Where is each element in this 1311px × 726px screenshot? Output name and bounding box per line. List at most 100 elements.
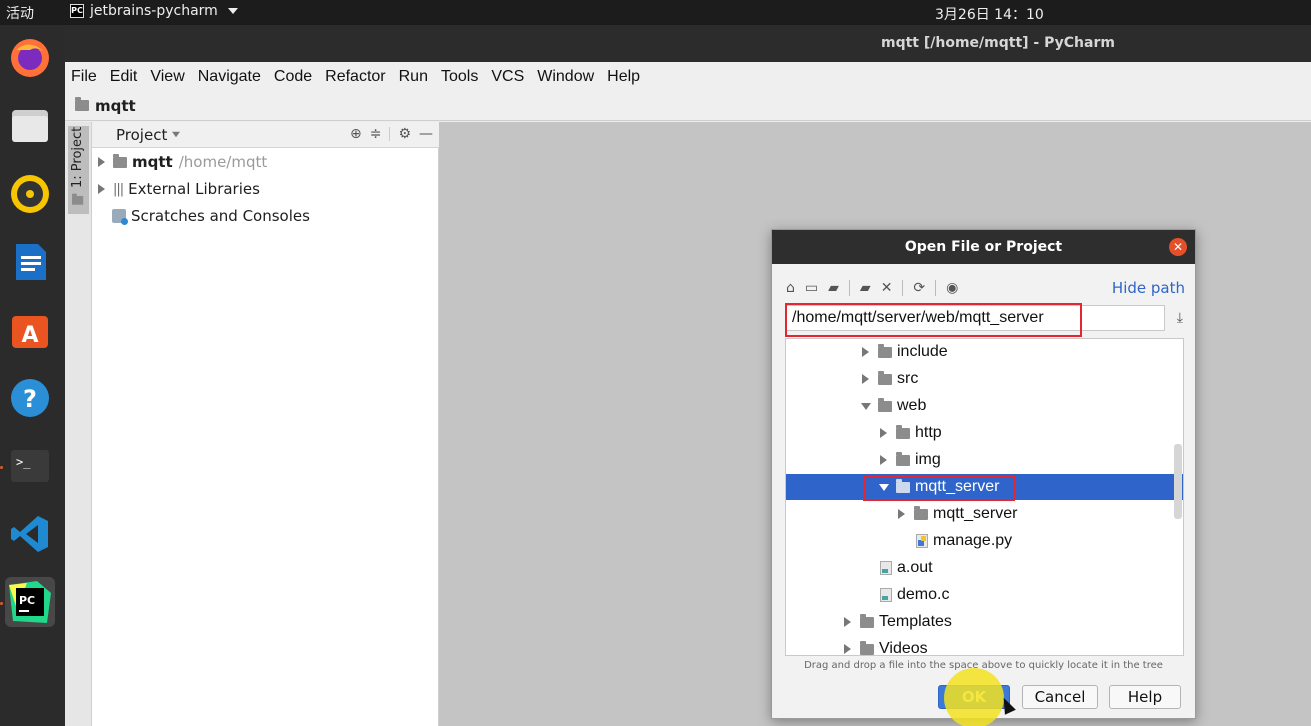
- activities-button[interactable]: 活动: [6, 3, 34, 23]
- writer-icon[interactable]: [5, 237, 55, 287]
- file-tree-row[interactable]: mqtt_server: [786, 501, 1183, 527]
- menu-run[interactable]: Run: [399, 68, 428, 86]
- file-tree-row[interactable]: Templates: [786, 609, 1183, 635]
- file-tree-row[interactable]: include: [786, 339, 1183, 365]
- close-icon[interactable]: ✕: [1169, 238, 1187, 256]
- selection-highlight-box: [863, 475, 1015, 501]
- expand-arrow-icon[interactable]: [862, 347, 869, 357]
- rhythmbox-icon[interactable]: [5, 169, 55, 219]
- pycharm-icon[interactable]: PC: [5, 577, 55, 627]
- cursor-highlight: [944, 668, 1004, 726]
- file-tree-label: http: [915, 424, 942, 441]
- project-root-label: mqtt: [132, 153, 173, 171]
- project-folder-icon[interactable]: ▰: [828, 280, 839, 296]
- refresh-icon[interactable]: ⟳: [913, 280, 925, 296]
- svg-text:?: ?: [23, 385, 37, 413]
- files-icon[interactable]: [5, 101, 55, 151]
- file-tree-row[interactable]: http: [786, 420, 1183, 446]
- breadcrumb-item-mqtt[interactable]: mqtt: [95, 97, 136, 115]
- menu-tools[interactable]: Tools: [441, 68, 478, 86]
- expand-arrow-icon[interactable]: [98, 184, 105, 194]
- firefox-icon[interactable]: [5, 33, 55, 83]
- minimize-icon[interactable]: —: [419, 126, 433, 142]
- delete-icon[interactable]: ✕: [881, 280, 893, 296]
- menu-refactor[interactable]: Refactor: [325, 68, 385, 86]
- folder-icon: [878, 397, 892, 412]
- clock[interactable]: 3月26日 14：10: [935, 4, 1044, 24]
- menu-edit[interactable]: Edit: [110, 68, 138, 86]
- project-tree-row[interactable]: mqtt /home/mqtt: [98, 149, 267, 175]
- expand-arrow-icon[interactable]: [880, 428, 887, 438]
- expand-arrow-icon[interactable]: [880, 455, 887, 465]
- folder-icon: [896, 424, 910, 439]
- dialog-title: Open File or Project: [772, 230, 1195, 264]
- file-tree-row[interactable]: img: [786, 447, 1183, 473]
- new-folder-icon[interactable]: ▰: [860, 280, 871, 296]
- scratches-label: Scratches and Consoles: [131, 207, 310, 225]
- app-menu[interactable]: PC jetbrains-pycharm: [70, 3, 238, 19]
- expand-arrow-icon[interactable]: [844, 617, 851, 627]
- hide-path-link[interactable]: Hide path: [1112, 279, 1185, 297]
- file-tree-row[interactable]: demo.c: [786, 582, 1183, 608]
- chevron-down-icon: [227, 8, 238, 14]
- folder-icon: [878, 343, 892, 358]
- menu-view[interactable]: View: [150, 68, 184, 86]
- vscode-icon[interactable]: [5, 509, 55, 559]
- show-hidden-icon[interactable]: ◉: [946, 280, 958, 296]
- project-view-selector[interactable]: Project: [116, 126, 181, 144]
- file-tree-row[interactable]: manage.py: [786, 528, 1183, 554]
- project-tree-row[interactable]: ||| External Libraries: [98, 176, 260, 202]
- terminal-icon[interactable]: >_: [5, 441, 55, 491]
- menu-help[interactable]: Help: [607, 68, 640, 86]
- cancel-button[interactable]: Cancel: [1022, 685, 1098, 709]
- project-root-path: /home/mqtt: [178, 153, 268, 171]
- folder-icon: [878, 370, 892, 385]
- home-icon[interactable]: ⌂: [786, 280, 795, 296]
- file-tree-row[interactable]: web: [786, 393, 1183, 419]
- project-tool-tab-label: 1: Project: [70, 126, 85, 188]
- project-tool-tab[interactable]: 1: Project: [68, 126, 89, 214]
- desktop-icon[interactable]: ▭: [805, 280, 818, 296]
- expand-arrow-icon[interactable]: [862, 374, 869, 384]
- help-button[interactable]: Help: [1109, 685, 1181, 709]
- file-tree-row[interactable]: Videos: [786, 636, 1183, 656]
- help-icon[interactable]: ?: [5, 373, 55, 423]
- breadcrumb: mqtt: [65, 91, 1311, 121]
- gear-icon[interactable]: ⚙: [398, 126, 411, 142]
- expand-arrow-icon[interactable]: [898, 509, 905, 519]
- file-tree-row[interactable]: a.out: [786, 555, 1183, 581]
- collapse-arrow-icon[interactable]: [861, 402, 871, 410]
- collapse-all-icon[interactable]: ≑: [370, 126, 382, 142]
- expand-arrow-icon[interactable]: [844, 644, 851, 654]
- menu-bar: File Edit View Navigate Code Refactor Ru…: [65, 62, 1311, 91]
- toolbar-divider: [902, 280, 904, 296]
- file-tree: include src web http img mqtt_server mqt…: [785, 338, 1184, 656]
- file-tree-label: a.out: [897, 559, 933, 576]
- download-icon[interactable]: ⤓: [1177, 310, 1183, 326]
- file-tree-row[interactable]: src: [786, 366, 1183, 392]
- chevron-down-icon: [172, 131, 181, 138]
- file-icon: [880, 561, 892, 575]
- toolbar-divider: [389, 127, 391, 141]
- menu-vcs[interactable]: VCS: [491, 68, 524, 86]
- locate-icon[interactable]: ⊕: [350, 126, 362, 142]
- c-file-icon: [880, 588, 892, 602]
- software-icon[interactable]: A: [5, 305, 55, 355]
- tree-scrollbar[interactable]: [1174, 444, 1182, 519]
- file-tree-label: demo.c: [897, 586, 950, 603]
- window-title: mqtt [/home/mqtt] - PyCharm: [881, 35, 1115, 51]
- menu-file[interactable]: File: [71, 68, 97, 86]
- file-tree-label: Videos: [879, 640, 928, 656]
- project-tree-row[interactable]: Scratches and Consoles: [112, 203, 310, 229]
- project-panel-header: Project ⊕ ≑ ⚙ —: [92, 122, 439, 148]
- scratches-icon: [112, 209, 128, 225]
- menu-code[interactable]: Code: [274, 68, 312, 86]
- window-titlebar[interactable]: mqtt [/home/mqtt] - PyCharm: [65, 25, 1311, 62]
- tool-window-strip: 1: Project: [65, 122, 92, 726]
- file-tree-label: img: [915, 451, 941, 468]
- folder-icon: [914, 505, 928, 520]
- folder-icon: [860, 640, 874, 655]
- menu-navigate[interactable]: Navigate: [198, 68, 261, 86]
- menu-window[interactable]: Window: [537, 68, 594, 86]
- expand-arrow-icon[interactable]: [98, 157, 105, 167]
